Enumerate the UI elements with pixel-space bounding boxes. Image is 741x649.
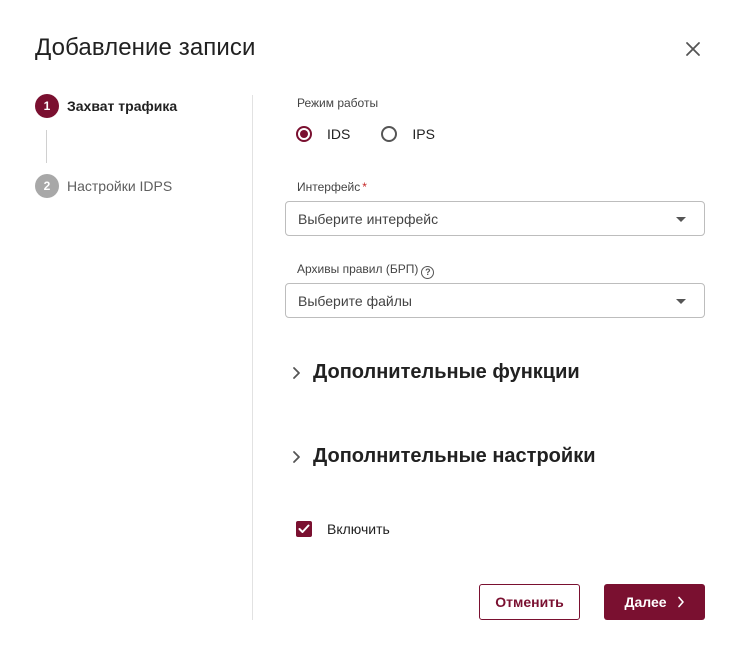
mode-radio-group: IDS IPS: [296, 126, 466, 142]
chevron-right-icon: [289, 449, 305, 465]
step-number: 1: [35, 94, 59, 118]
step-number: 2: [35, 174, 59, 198]
step-connector: [46, 130, 47, 163]
close-button[interactable]: [680, 36, 706, 62]
expander-label: Дополнительные функции: [313, 361, 580, 383]
help-icon[interactable]: ?: [421, 266, 435, 279]
add-record-dialog: Добавление записи 1 Захват трафика 2 Нас…: [0, 0, 741, 649]
step-idps-settings[interactable]: 2 Настройки IDPS: [35, 174, 172, 198]
cancel-button-label: Отменить: [495, 594, 564, 610]
enable-checkbox[interactable]: Включить: [296, 521, 390, 537]
radio-label: IPS: [412, 126, 435, 142]
next-button-label: Далее: [624, 594, 667, 610]
dropdown-arrow-icon: [676, 217, 686, 222]
archives-label: Архивы правил (БРП)?: [297, 262, 435, 279]
radio-ips[interactable]: IPS: [381, 126, 435, 142]
chevron-right-icon: [289, 365, 305, 381]
interface-label-text: Интерфейс: [297, 180, 361, 194]
dialog-title: Добавление записи: [35, 34, 256, 61]
radio-ids[interactable]: IDS: [296, 126, 350, 142]
close-icon: [686, 42, 700, 56]
expander-label: Дополнительные настройки: [313, 445, 596, 467]
next-button[interactable]: Далее: [604, 584, 705, 620]
interface-label: Интерфейс *: [297, 180, 367, 194]
required-mark: *: [362, 180, 367, 194]
expander-additional-settings[interactable]: Дополнительные настройки: [289, 445, 596, 468]
mode-label: Режим работы: [297, 96, 379, 110]
interface-select[interactable]: Выберите интерфейс: [285, 201, 705, 236]
step-capture-traffic[interactable]: 1 Захват трафика: [35, 94, 177, 118]
expander-additional-functions[interactable]: Дополнительные функции: [289, 361, 580, 384]
dropdown-arrow-icon: [676, 299, 686, 304]
radio-unchecked-icon: [381, 126, 398, 142]
archives-label-text: Архивы правил (БРП): [297, 262, 419, 276]
vertical-divider: [252, 95, 253, 620]
step-label: Захват трафика: [67, 98, 178, 114]
archives-select-placeholder: Выберите файлы: [298, 292, 412, 309]
interface-select-placeholder: Выберите интерфейс: [298, 210, 439, 227]
radio-label: IDS: [327, 126, 351, 142]
chevron-right-icon: [677, 596, 685, 608]
step-label: Настройки IDPS: [67, 178, 173, 194]
cancel-button[interactable]: Отменить: [479, 584, 580, 620]
checkbox-label: Включить: [327, 521, 390, 537]
radio-checked-icon: [296, 126, 312, 142]
archives-select[interactable]: Выберите файлы: [285, 283, 705, 318]
checkbox-checked-icon: [296, 521, 312, 537]
